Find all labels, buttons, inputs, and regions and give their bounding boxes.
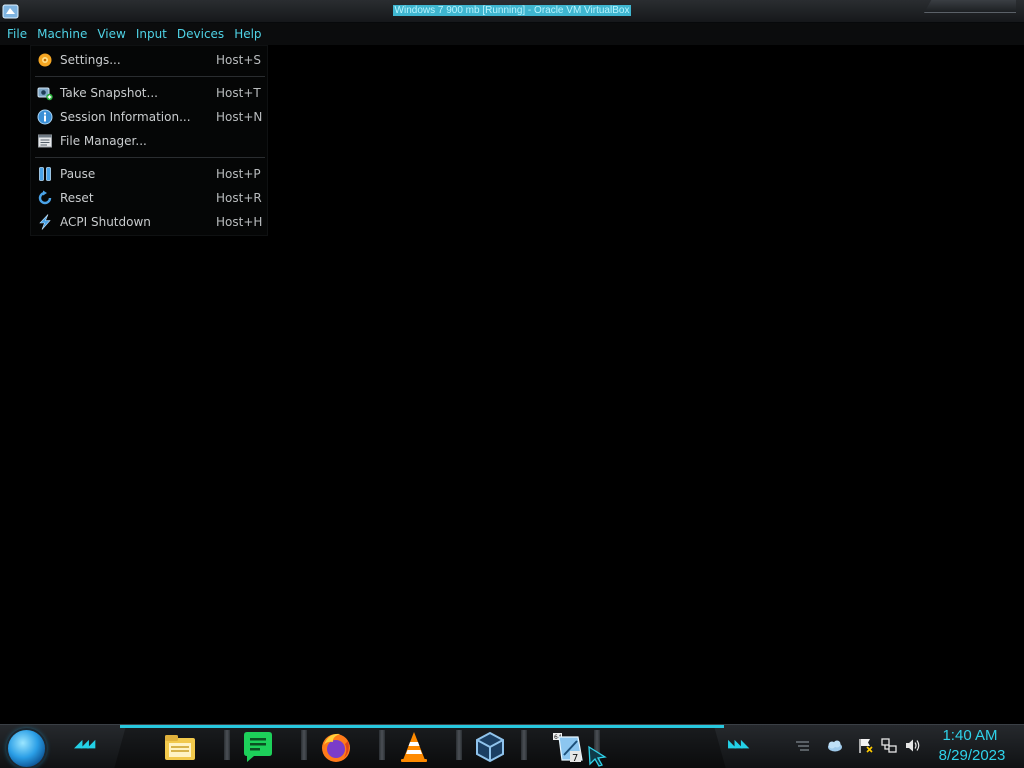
virtualbox-icon <box>476 731 504 763</box>
taskbar-app-firefox[interactable] <box>318 729 354 765</box>
menu-item-shortcut: Host+R <box>216 191 262 205</box>
taskbar-glow-strip <box>120 725 724 728</box>
firefox-icon <box>322 733 350 762</box>
taskbar-app-file-explorer[interactable] <box>162 729 198 765</box>
clock-date[interactable]: 8/29/2023 <box>930 747 1014 764</box>
vlc-icon <box>401 732 427 762</box>
taskbar-app-virtualbox[interactable] <box>472 729 508 765</box>
menu-separator <box>35 157 265 158</box>
taskbar-app-notes[interactable] <box>240 729 276 765</box>
chevrons-right-icon: ◣◣◣ <box>728 737 749 750</box>
taskbar-divider <box>521 730 527 760</box>
menu-item-shortcut: Host+P <box>216 167 261 181</box>
menu-separator <box>35 76 265 77</box>
menu-item-session-information[interactable]: Session Information... Host+N <box>31 106 269 128</box>
svg-text:7: 7 <box>572 753 578 764</box>
taskbar-divider <box>224 730 230 760</box>
window-title-bar[interactable]: Windows 7 900 mb [Running] - Oracle VM V… <box>0 0 1024 23</box>
volume-icon[interactable] <box>904 737 921 754</box>
menu-item-shortcut: Host+N <box>216 110 263 124</box>
snapshot-camera-icon <box>37 87 53 101</box>
network-icon[interactable] <box>880 737 897 754</box>
menu-file[interactable]: File <box>2 23 32 45</box>
machine-menu-dropdown: Settings... Host+S Take Snapshot... Host… <box>30 45 268 236</box>
taskbar-app-windows7-vm[interactable]: 64 7 <box>550 729 586 765</box>
taskbar-divider <box>456 730 462 760</box>
taskbar-divider <box>301 730 307 760</box>
menu-input[interactable]: Input <box>131 23 172 45</box>
notes-app-icon <box>244 732 272 762</box>
menu-item-reset[interactable]: Reset Host+R <box>31 187 269 209</box>
menu-item-shortcut: Host+H <box>216 215 263 229</box>
menu-machine[interactable]: Machine <box>32 23 93 45</box>
menu-item-label: Pause <box>60 167 96 181</box>
cloud-sync-icon[interactable] <box>826 737 843 754</box>
menu-item-file-manager[interactable]: File Manager... <box>31 130 269 152</box>
menu-item-label: Take Snapshot... <box>60 86 158 100</box>
info-icon <box>37 109 53 125</box>
reset-icon <box>38 190 52 205</box>
menu-help[interactable]: Help <box>229 23 266 45</box>
action-center-flag-icon[interactable] <box>857 737 874 754</box>
chevrons-left-icon: ◢◢◢ <box>74 737 95 750</box>
window-controls[interactable] <box>924 0 1016 13</box>
windows7-vm-icon: 64 7 <box>553 733 583 764</box>
taskbar-app-vlc[interactable] <box>396 729 432 765</box>
mouse-cursor-icon <box>588 745 607 767</box>
settings-gear-icon <box>38 53 52 67</box>
taskbar-divider <box>379 730 385 760</box>
menu-view[interactable]: View <box>92 23 130 45</box>
menu-item-settings[interactable]: Settings... Host+S <box>31 49 269 71</box>
window-title: Windows 7 900 mb [Running] - Oracle VM V… <box>392 5 632 16</box>
menu-item-acpi-shutdown[interactable]: ACPI Shutdown Host+H <box>31 211 269 233</box>
show-hidden-icons-icon[interactable] <box>794 737 811 754</box>
file-explorer-icon <box>165 735 195 760</box>
menu-item-take-snapshot[interactable]: Take Snapshot... Host+T <box>31 82 269 104</box>
start-button[interactable] <box>8 730 45 767</box>
menu-bar: File Machine View Input Devices Help <box>0 23 1024 45</box>
file-manager-icon <box>38 134 52 148</box>
menu-item-label: Reset <box>60 191 94 205</box>
menu-item-label: Session Information... <box>60 110 191 124</box>
acpi-shutdown-icon <box>39 214 51 230</box>
menu-item-shortcut: Host+S <box>216 53 261 67</box>
menu-item-label: File Manager... <box>60 134 147 148</box>
pause-icon <box>39 167 51 181</box>
menu-item-label: Settings... <box>60 53 121 67</box>
menu-item-shortcut: Host+T <box>216 86 261 100</box>
clock-time[interactable]: 1:40 AM <box>940 727 1000 744</box>
menu-item-label: ACPI Shutdown <box>60 215 151 229</box>
menu-devices[interactable]: Devices <box>172 23 229 45</box>
menu-item-pause[interactable]: Pause Host+P <box>31 163 269 185</box>
